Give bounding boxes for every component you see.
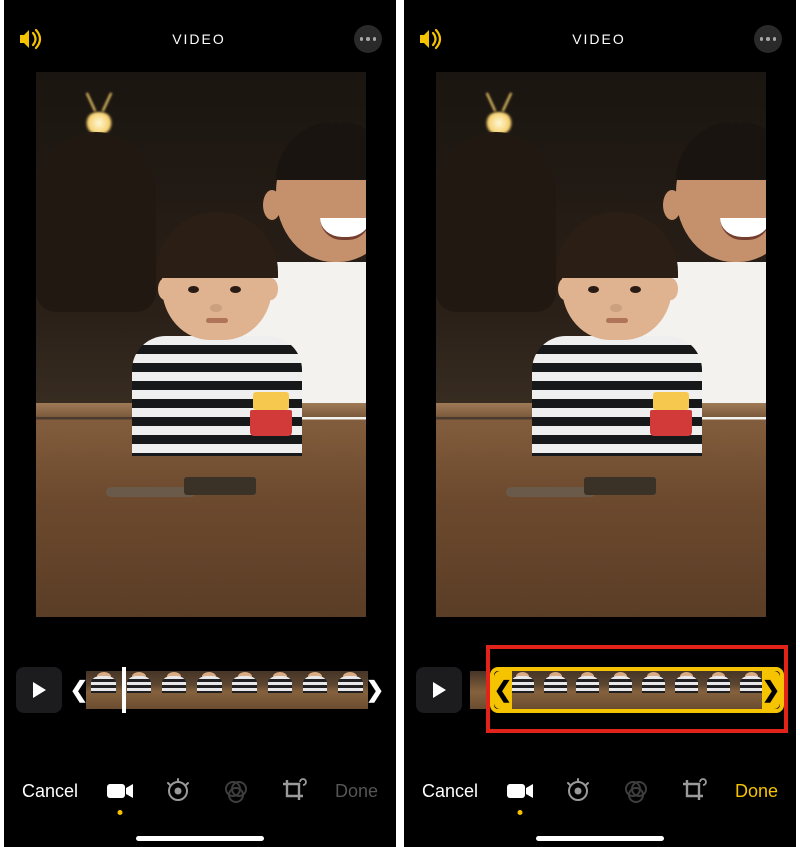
timeline-scrubber[interactable]: ❮ ❯: [70, 667, 384, 713]
trim-handle-right[interactable]: ❯: [366, 667, 384, 713]
tool-icons: [105, 776, 309, 806]
done-button[interactable]: Done: [335, 781, 378, 802]
excluded-frame-thumb: [470, 671, 488, 709]
tool-video-icon[interactable]: [105, 776, 135, 806]
playhead[interactable]: [122, 667, 126, 713]
phone-screen-right: VIDEO: [404, 0, 796, 847]
home-indicator[interactable]: [136, 836, 264, 841]
tool-crop-icon[interactable]: [279, 776, 309, 806]
top-bar: VIDEO: [404, 18, 796, 60]
tool-icons: [505, 776, 709, 806]
tool-filters-icon[interactable]: [621, 776, 651, 806]
tool-crop-icon[interactable]: [679, 776, 709, 806]
volume-icon[interactable]: [418, 26, 444, 52]
cancel-button[interactable]: Cancel: [22, 781, 78, 802]
more-icon[interactable]: [754, 25, 782, 53]
tool-adjust-icon[interactable]: [563, 776, 593, 806]
play-button[interactable]: [416, 667, 462, 713]
bottom-bar: Cancel Done: [404, 761, 796, 821]
volume-icon[interactable]: [18, 26, 44, 52]
video-preview[interactable]: [436, 72, 766, 617]
tool-video-icon[interactable]: [505, 776, 535, 806]
bottom-bar: Cancel Done: [4, 761, 396, 821]
cancel-button[interactable]: Cancel: [422, 781, 478, 802]
video-preview[interactable]: [36, 72, 366, 617]
timeline-scrubber[interactable]: ❮ ❯: [490, 667, 784, 713]
phone-screen-left: VIDEO: [4, 0, 396, 847]
done-button[interactable]: Done: [735, 781, 778, 802]
more-icon[interactable]: [354, 25, 382, 53]
timeline-row: ❮ ❯: [4, 660, 396, 720]
timeline-row: ❮ ❯: [404, 660, 796, 720]
play-button[interactable]: [16, 667, 62, 713]
home-indicator[interactable]: [536, 836, 664, 841]
tool-filters-icon[interactable]: [221, 776, 251, 806]
mode-title: VIDEO: [172, 31, 226, 47]
trim-handle-left[interactable]: ❮: [70, 667, 88, 713]
tool-adjust-icon[interactable]: [163, 776, 193, 806]
top-bar: VIDEO: [4, 18, 396, 60]
mode-title: VIDEO: [572, 31, 626, 47]
